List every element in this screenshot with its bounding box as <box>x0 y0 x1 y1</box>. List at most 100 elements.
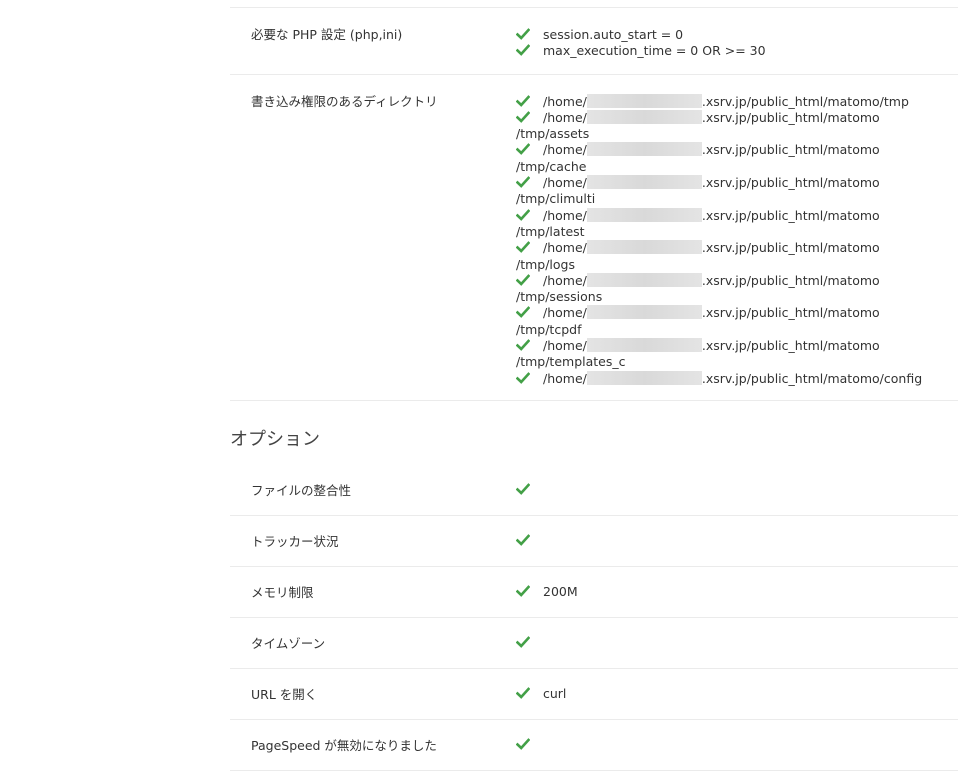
php-setting-text: session.auto_start = 0 <box>543 27 684 42</box>
directory-path-prefix: /home/ <box>543 272 587 288</box>
option-label: URL を開く <box>251 687 318 703</box>
directory-path-suffix: .xsrv.jp/public_html/matomo <box>701 207 880 223</box>
directory-item: /home/ .xsrv.jp/public_html/matomo <box>516 109 958 126</box>
directory-path-prefix: /home/ <box>543 338 587 354</box>
directory-path-continuation: /tmp/assets <box>516 126 590 142</box>
writable-dirs-values: /home/ .xsrv.jp/public_html/matomo/tmp/ho… <box>516 93 958 387</box>
option-label: PageSpeed が無効になりました <box>251 738 437 754</box>
directory-path-continuation: /tmp/climulti <box>516 191 596 207</box>
option-value: 200M <box>516 584 958 599</box>
check-icon <box>516 482 530 496</box>
option-value <box>516 635 958 650</box>
writable-dirs-label: 書き込み権限のあるディレクトリ <box>251 93 438 109</box>
option-value <box>516 737 958 752</box>
directory-path-suffix: .xsrv.jp/public_html/matomo <box>701 109 880 125</box>
directory-item: /home/ .xsrv.jp/public_html/matomo <box>516 207 958 224</box>
check-icon <box>516 175 530 189</box>
option-label: タイムゾーン <box>251 636 326 652</box>
option-row: PageSpeed が無効になりました <box>230 720 958 771</box>
check-icon <box>516 110 530 124</box>
directory-path-prefix: /home/ <box>543 305 587 321</box>
check-icon <box>516 273 530 287</box>
redacted-username <box>586 109 702 124</box>
directory-item: /home/ .xsrv.jp/public_html/matomo <box>516 240 958 256</box>
php-setting-item: session.auto_start = 0 <box>516 27 958 43</box>
directory-path-suffix: .xsrv.jp/public_html/matomo/config <box>701 370 923 386</box>
option-value-text: curl <box>543 686 567 702</box>
check-icon <box>516 686 530 700</box>
check-icon <box>516 371 530 385</box>
option-value <box>516 482 958 497</box>
directory-path-prefix: /home/ <box>543 207 587 223</box>
option-row: メモリ制限 200M <box>230 567 958 618</box>
option-row: タイムゾーン <box>230 618 958 669</box>
check-icon <box>516 338 530 352</box>
php-setting-text: max_execution_time = 0 OR >= 30 <box>543 43 766 59</box>
php-settings-values: session.auto_start = 0 max_execution_time… <box>516 27 958 60</box>
divider <box>230 0 958 8</box>
directory-item: /home/ .xsrv.jp/public_html/matomo/config <box>516 370 958 387</box>
php-settings-row: 必要な PHP 設定 (php,ini) session.auto_start … <box>230 8 958 75</box>
check-icon <box>516 27 530 41</box>
directory-path-suffix: .xsrv.jp/public_html/matomo <box>701 240 880 256</box>
option-label: メモリ制限 <box>251 585 314 601</box>
writable-dirs-row: 書き込み権限のあるディレクトリ /home/ .xsrv.jp/public_ht… <box>230 75 958 401</box>
check-icon <box>516 240 530 254</box>
directory-path-continuation: /tmp/cache <box>516 158 587 174</box>
directory-path-suffix: .xsrv.jp/public_html/matomo <box>701 175 880 191</box>
directory-path-continuation: /tmp/logs <box>516 256 576 272</box>
option-row: URL を開く curl <box>230 669 958 720</box>
directory-path-continuation: /tmp/latest <box>516 223 585 239</box>
check-icon <box>516 533 530 547</box>
directory-item: /home/ .xsrv.jp/public_html/matomo <box>516 175 958 191</box>
redacted-username <box>586 207 702 222</box>
redacted-username <box>586 305 702 320</box>
check-icon <box>516 305 530 319</box>
redacted-username <box>586 142 702 157</box>
directory-item: /home/ .xsrv.jp/public_html/matomo <box>516 305 958 321</box>
directory-item: /home/ .xsrv.jp/public_html/matomo <box>516 272 958 289</box>
redacted-username <box>586 240 702 255</box>
directory-path-prefix: /home/ <box>543 93 587 109</box>
option-value-text: 200M <box>543 584 578 600</box>
check-icon <box>516 635 530 649</box>
directory-path-suffix: .xsrv.jp/public_html/matomo/tmp <box>701 93 909 109</box>
directory-path-continuation: /tmp/templates_c <box>516 354 626 370</box>
directory-path-prefix: /home/ <box>543 175 587 191</box>
directory-path-prefix: /home/ <box>543 240 587 256</box>
directory-path-suffix: .xsrv.jp/public_html/matomo <box>701 142 880 158</box>
directory-path-prefix: /home/ <box>543 142 587 158</box>
directory-item: /home/ .xsrv.jp/public_html/matomo <box>516 142 958 158</box>
php-settings-label: 必要な PHP 設定 (php,ini) <box>251 27 403 42</box>
option-row: ファイルの整合性 <box>230 465 958 516</box>
redacted-username <box>586 338 702 353</box>
option-value: curl <box>516 686 958 701</box>
redacted-username <box>586 370 702 385</box>
directory-item: /home/ .xsrv.jp/public_html/matomo <box>516 338 958 354</box>
check-icon <box>516 208 530 222</box>
option-value <box>516 533 958 548</box>
directory-path-continuation: /tmp/sessions <box>516 289 603 305</box>
options-list: ファイルの整合性 トラッカー状況 メモリ制限 200M タイムゾーン URL を開く cur… <box>230 465 958 771</box>
check-icon <box>516 43 530 57</box>
redacted-username <box>586 175 702 190</box>
directory-path-suffix: .xsrv.jp/public_html/matomo <box>701 338 880 354</box>
directory-path-prefix: /home/ <box>543 109 587 125</box>
check-icon <box>516 737 530 751</box>
php-setting-item: max_execution_time = 0 OR >= 30 <box>516 43 958 59</box>
system-check-panel: 必要な PHP 設定 (php,ini) session.auto_start … <box>230 0 958 771</box>
directory-item: /home/ .xsrv.jp/public_html/matomo/tmp <box>516 93 958 110</box>
redacted-username <box>586 93 702 108</box>
option-row: トラッカー状況 <box>230 516 958 567</box>
directory-path-continuation: /tmp/tcpdf <box>516 321 582 337</box>
check-icon <box>516 584 530 598</box>
check-icon <box>516 94 530 108</box>
directory-path-prefix: /home/ <box>543 370 587 386</box>
check-icon <box>516 142 530 156</box>
options-section-title: オプション <box>230 428 320 450</box>
option-label: トラッカー状況 <box>251 534 339 550</box>
redacted-username <box>586 272 702 287</box>
directory-path-suffix: .xsrv.jp/public_html/matomo <box>701 272 880 288</box>
directory-path-suffix: .xsrv.jp/public_html/matomo <box>701 305 880 321</box>
option-label: ファイルの整合性 <box>251 483 352 499</box>
